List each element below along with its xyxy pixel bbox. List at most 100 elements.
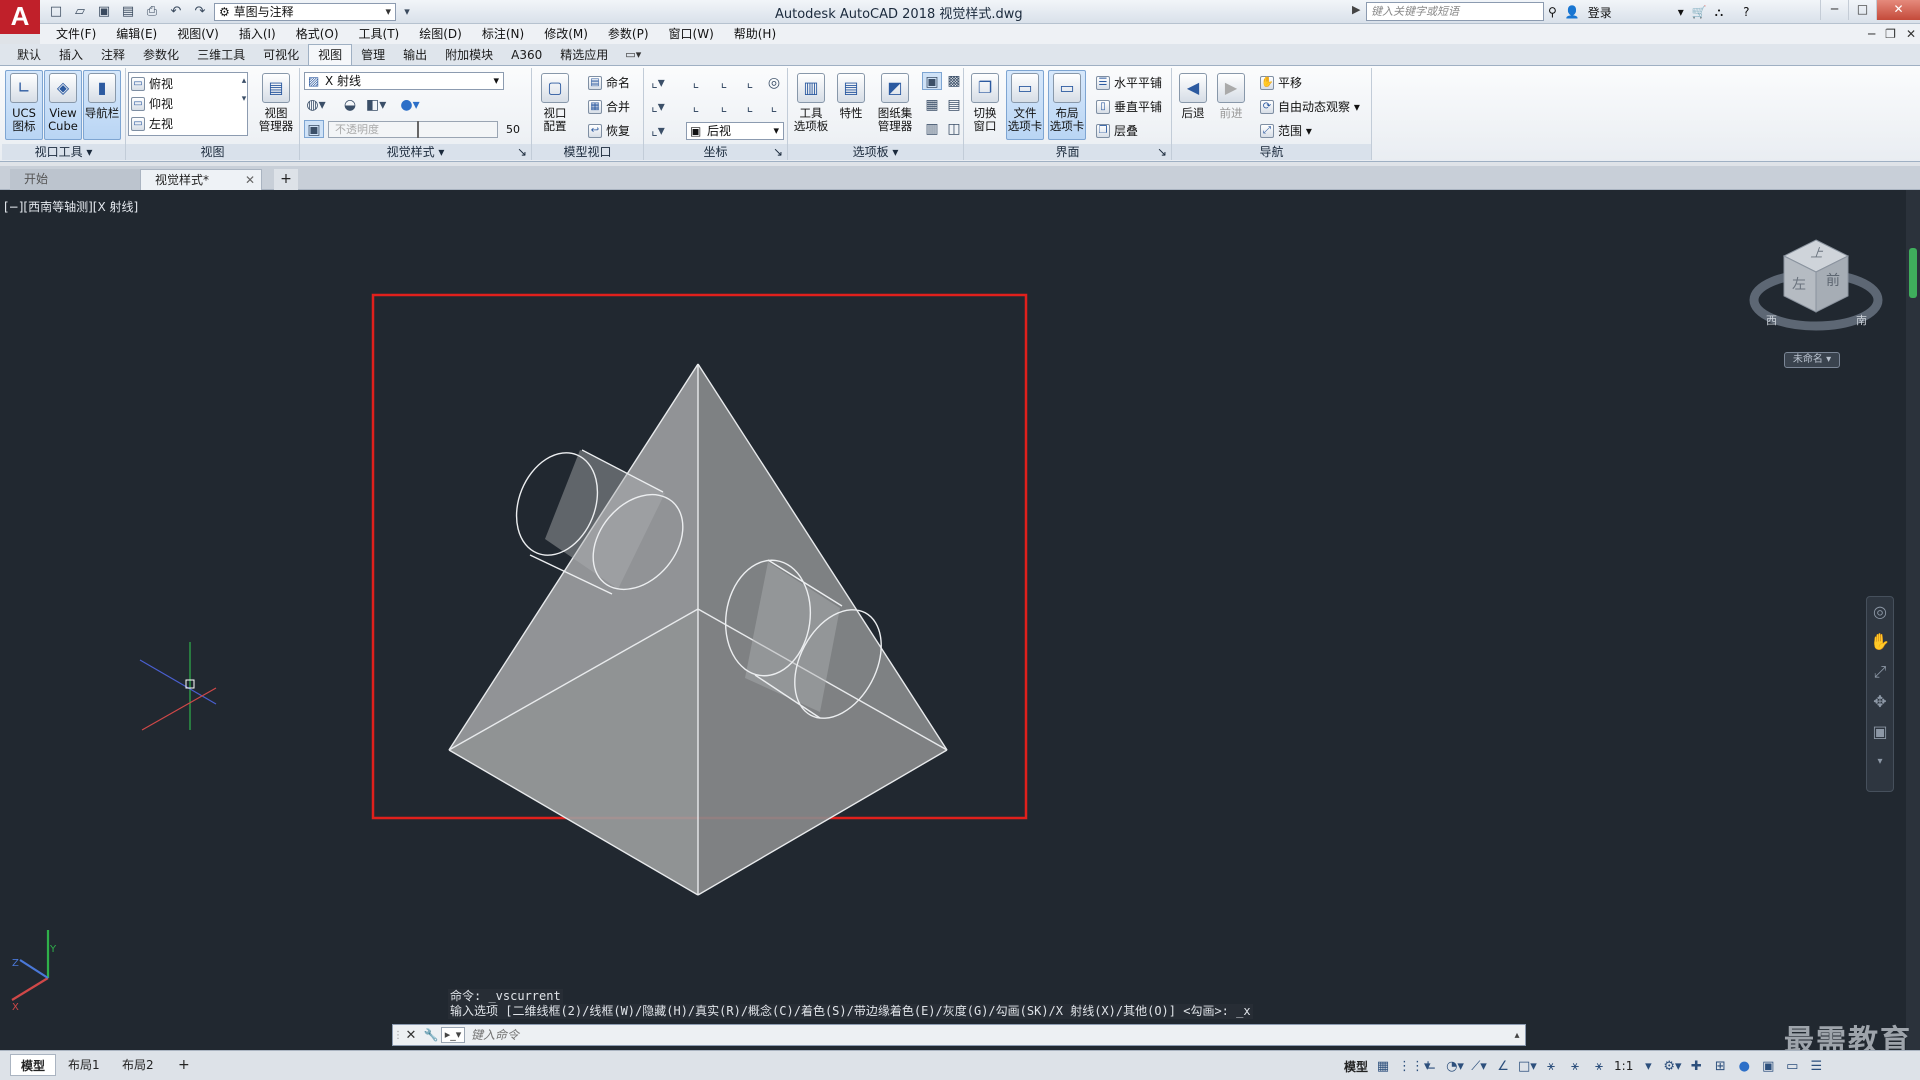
ucs-zaxis-icon[interactable]: ⌞	[764, 98, 784, 116]
forward-button[interactable]: ▶ 前进	[1212, 70, 1250, 140]
view-top[interactable]: ▭ 俯视	[129, 75, 173, 93]
menu-draw[interactable]: 绘图(D)	[409, 24, 472, 44]
tab-visualize[interactable]: 可视化	[254, 45, 308, 65]
panel-title-coordinates[interactable]: 坐标 ↘	[644, 144, 787, 160]
tab-output[interactable]: 输出	[394, 45, 436, 65]
view-bottom[interactable]: ▭ 仰视	[129, 95, 173, 113]
file-tabs-button[interactable]: ▭ 文件 选项卡	[1006, 70, 1044, 140]
viewport-config-button[interactable]: ▢ 视口 配置	[536, 70, 574, 140]
ucs-view-icon[interactable]: ⌞	[740, 74, 760, 92]
opacity-thumb[interactable]	[417, 121, 419, 138]
zoom-icon[interactable]: ⤢	[1867, 657, 1893, 687]
search-expand-icon[interactable]: ▶	[1352, 3, 1360, 16]
minimize-button[interactable]: ─	[1820, 0, 1848, 20]
menu-view[interactable]: 视图(V)	[167, 24, 229, 44]
tab-a360[interactable]: A360	[502, 45, 551, 65]
shade-edges-icon[interactable]: ◍▾	[306, 96, 326, 114]
panel-title-model-viewports[interactable]: 模型视口	[532, 144, 643, 160]
doc-close-icon[interactable]: ✕	[1906, 24, 1916, 44]
pan-button[interactable]: ✋ 平移	[1258, 74, 1302, 92]
annotation-scale-value[interactable]: 1:1	[1614, 1059, 1633, 1073]
ucs-axis-icon[interactable]: Y Z X	[11, 930, 57, 1013]
ucs-named-icon[interactable]: ⌞▾	[648, 122, 668, 140]
drawing-canvas[interactable]: Y Z X	[0, 190, 1906, 1050]
viewport-scrollbar[interactable]	[1906, 190, 1920, 1050]
panel-title-palettes[interactable]: 选项板 ▾	[788, 144, 963, 160]
tab-parametric[interactable]: 参数化	[134, 45, 188, 65]
panel-title-navigate[interactable]: 导航	[1172, 144, 1371, 160]
compass-south-label[interactable]: 南	[1856, 312, 1867, 328]
restore-viewports-button[interactable]: ↩ 恢复	[586, 122, 630, 140]
pyramid-solid[interactable]	[448, 363, 948, 896]
tab-default[interactable]: 默认	[8, 45, 50, 65]
print-icon[interactable]: ⎙	[142, 3, 162, 21]
isodraft-icon[interactable]: ⟋▾	[1470, 1059, 1488, 1074]
user-icon[interactable]: 👤	[1565, 5, 1580, 19]
clean-screen-icon[interactable]: ▭	[1783, 1059, 1801, 1074]
xray-toggle-icon[interactable]: ▣	[304, 120, 324, 138]
cmd-grip-icon[interactable]: ⋮	[393, 1030, 403, 1041]
join-viewports-button[interactable]: ▦ 合并	[586, 98, 630, 116]
open-file-icon[interactable]: ▱	[70, 3, 90, 21]
sheetset-manager-button[interactable]: ◩ 图纸集 管理器	[872, 70, 918, 140]
layout-tab-model[interactable]: 模型	[10, 1054, 57, 1076]
ucs-world-icon[interactable]: ⌞▾	[648, 74, 668, 92]
save-icon[interactable]: ▣	[94, 3, 114, 21]
xref-icon[interactable]: ▥	[922, 120, 942, 138]
menu-edit[interactable]: 编辑(E)	[106, 24, 167, 44]
close-command-line-icon[interactable]: ✕	[401, 1028, 421, 1043]
tab-view[interactable]: 视图	[308, 44, 353, 65]
object-snap-tracking-icon[interactable]: ∠	[1494, 1059, 1512, 1074]
opacity-value[interactable]: 50	[506, 123, 520, 136]
model-space-button[interactable]: 模型	[1344, 1058, 1368, 1075]
help-icon[interactable]: ?	[1743, 5, 1749, 19]
tile-horizontal-button[interactable]: ☰ 水平平铺	[1094, 74, 1162, 92]
viewcube[interactable]: 上 左 前 西 南 未命名 ▾	[1746, 230, 1886, 380]
ucs-icon-button[interactable]: ∟ UCS 图标	[5, 70, 43, 140]
panel-title-views[interactable]: 视图	[126, 144, 299, 160]
customize-status-icon[interactable]: ☰	[1807, 1059, 1825, 1074]
tab-annotate[interactable]: 注释	[92, 45, 134, 65]
ucs-z-icon[interactable]: ⌞	[714, 74, 734, 92]
ucs-view-select[interactable]: ▣ 后视	[686, 122, 784, 140]
new-file-icon[interactable]: □	[46, 3, 66, 21]
ucs-x-icon[interactable]: ⌞	[714, 98, 734, 116]
panel-title-interface[interactable]: 界面 ↘	[964, 144, 1171, 160]
compass-west-label[interactable]: 西	[1766, 312, 1777, 328]
scale-dropdown-icon[interactable]: ▾	[1639, 1059, 1657, 1074]
binoculars-icon[interactable]: ⚲	[1548, 5, 1557, 19]
menu-window[interactable]: 窗口(W)	[659, 24, 724, 44]
file-tab-current[interactable]: 视觉样式* ✕	[140, 169, 262, 190]
panel-launcher-icon[interactable]: ↘	[773, 144, 783, 160]
wrench-icon[interactable]: 🔧	[421, 1028, 441, 1042]
close-tab-icon[interactable]: ✕	[245, 170, 255, 190]
menu-tools[interactable]: 工具(T)	[349, 24, 410, 44]
view-left[interactable]: ▭ 左视	[129, 115, 173, 133]
search-input[interactable]: 键入关键字或短语	[1366, 2, 1544, 21]
doc-minimize-icon[interactable]: ─	[1868, 24, 1875, 44]
menu-dimension[interactable]: 标注(N)	[472, 24, 534, 44]
action-recorder-icon[interactable]: ◫	[944, 120, 964, 138]
viewcube-button[interactable]: ◈ View Cube	[44, 70, 82, 140]
hardware-acceleration-icon[interactable]: ▣	[1759, 1059, 1777, 1074]
visual-style-select[interactable]: ▨ X 射线	[304, 72, 504, 90]
ribbon-minimize-icon[interactable]: ▭▾	[617, 45, 649, 65]
quickcalc-icon[interactable]: ▦	[922, 96, 942, 114]
add-layout-button[interactable]: +	[168, 1054, 200, 1076]
tool-palettes-button[interactable]: ▥ 工具 选项板	[792, 70, 830, 140]
dbconnect-icon[interactable]: ▤	[944, 96, 964, 114]
layout-tabs-button[interactable]: ▭ 布局 选项卡	[1048, 70, 1086, 140]
lighting-icon[interactable]: ●▾	[400, 96, 420, 114]
command-history-expand-icon[interactable]: ▴	[1509, 1030, 1525, 1041]
file-tab-start[interactable]: 开始	[10, 169, 140, 190]
tab-insert[interactable]: 插入	[50, 45, 92, 65]
tab-featured-apps[interactable]: 精选应用	[551, 45, 617, 65]
tab-manage[interactable]: 管理	[352, 45, 394, 65]
menu-format[interactable]: 格式(O)	[286, 24, 349, 44]
ortho-icon[interactable]: ∟	[1422, 1059, 1440, 1074]
menu-modify[interactable]: 修改(M)	[534, 24, 598, 44]
switch-window-button[interactable]: ❐ 切换 窗口	[966, 70, 1004, 140]
layout-tab-layout1[interactable]: 布局1	[58, 1054, 110, 1076]
redo-icon[interactable]: ↷	[190, 3, 210, 21]
annotation-visibility-icon[interactable]: ⚹	[1542, 1059, 1560, 1074]
